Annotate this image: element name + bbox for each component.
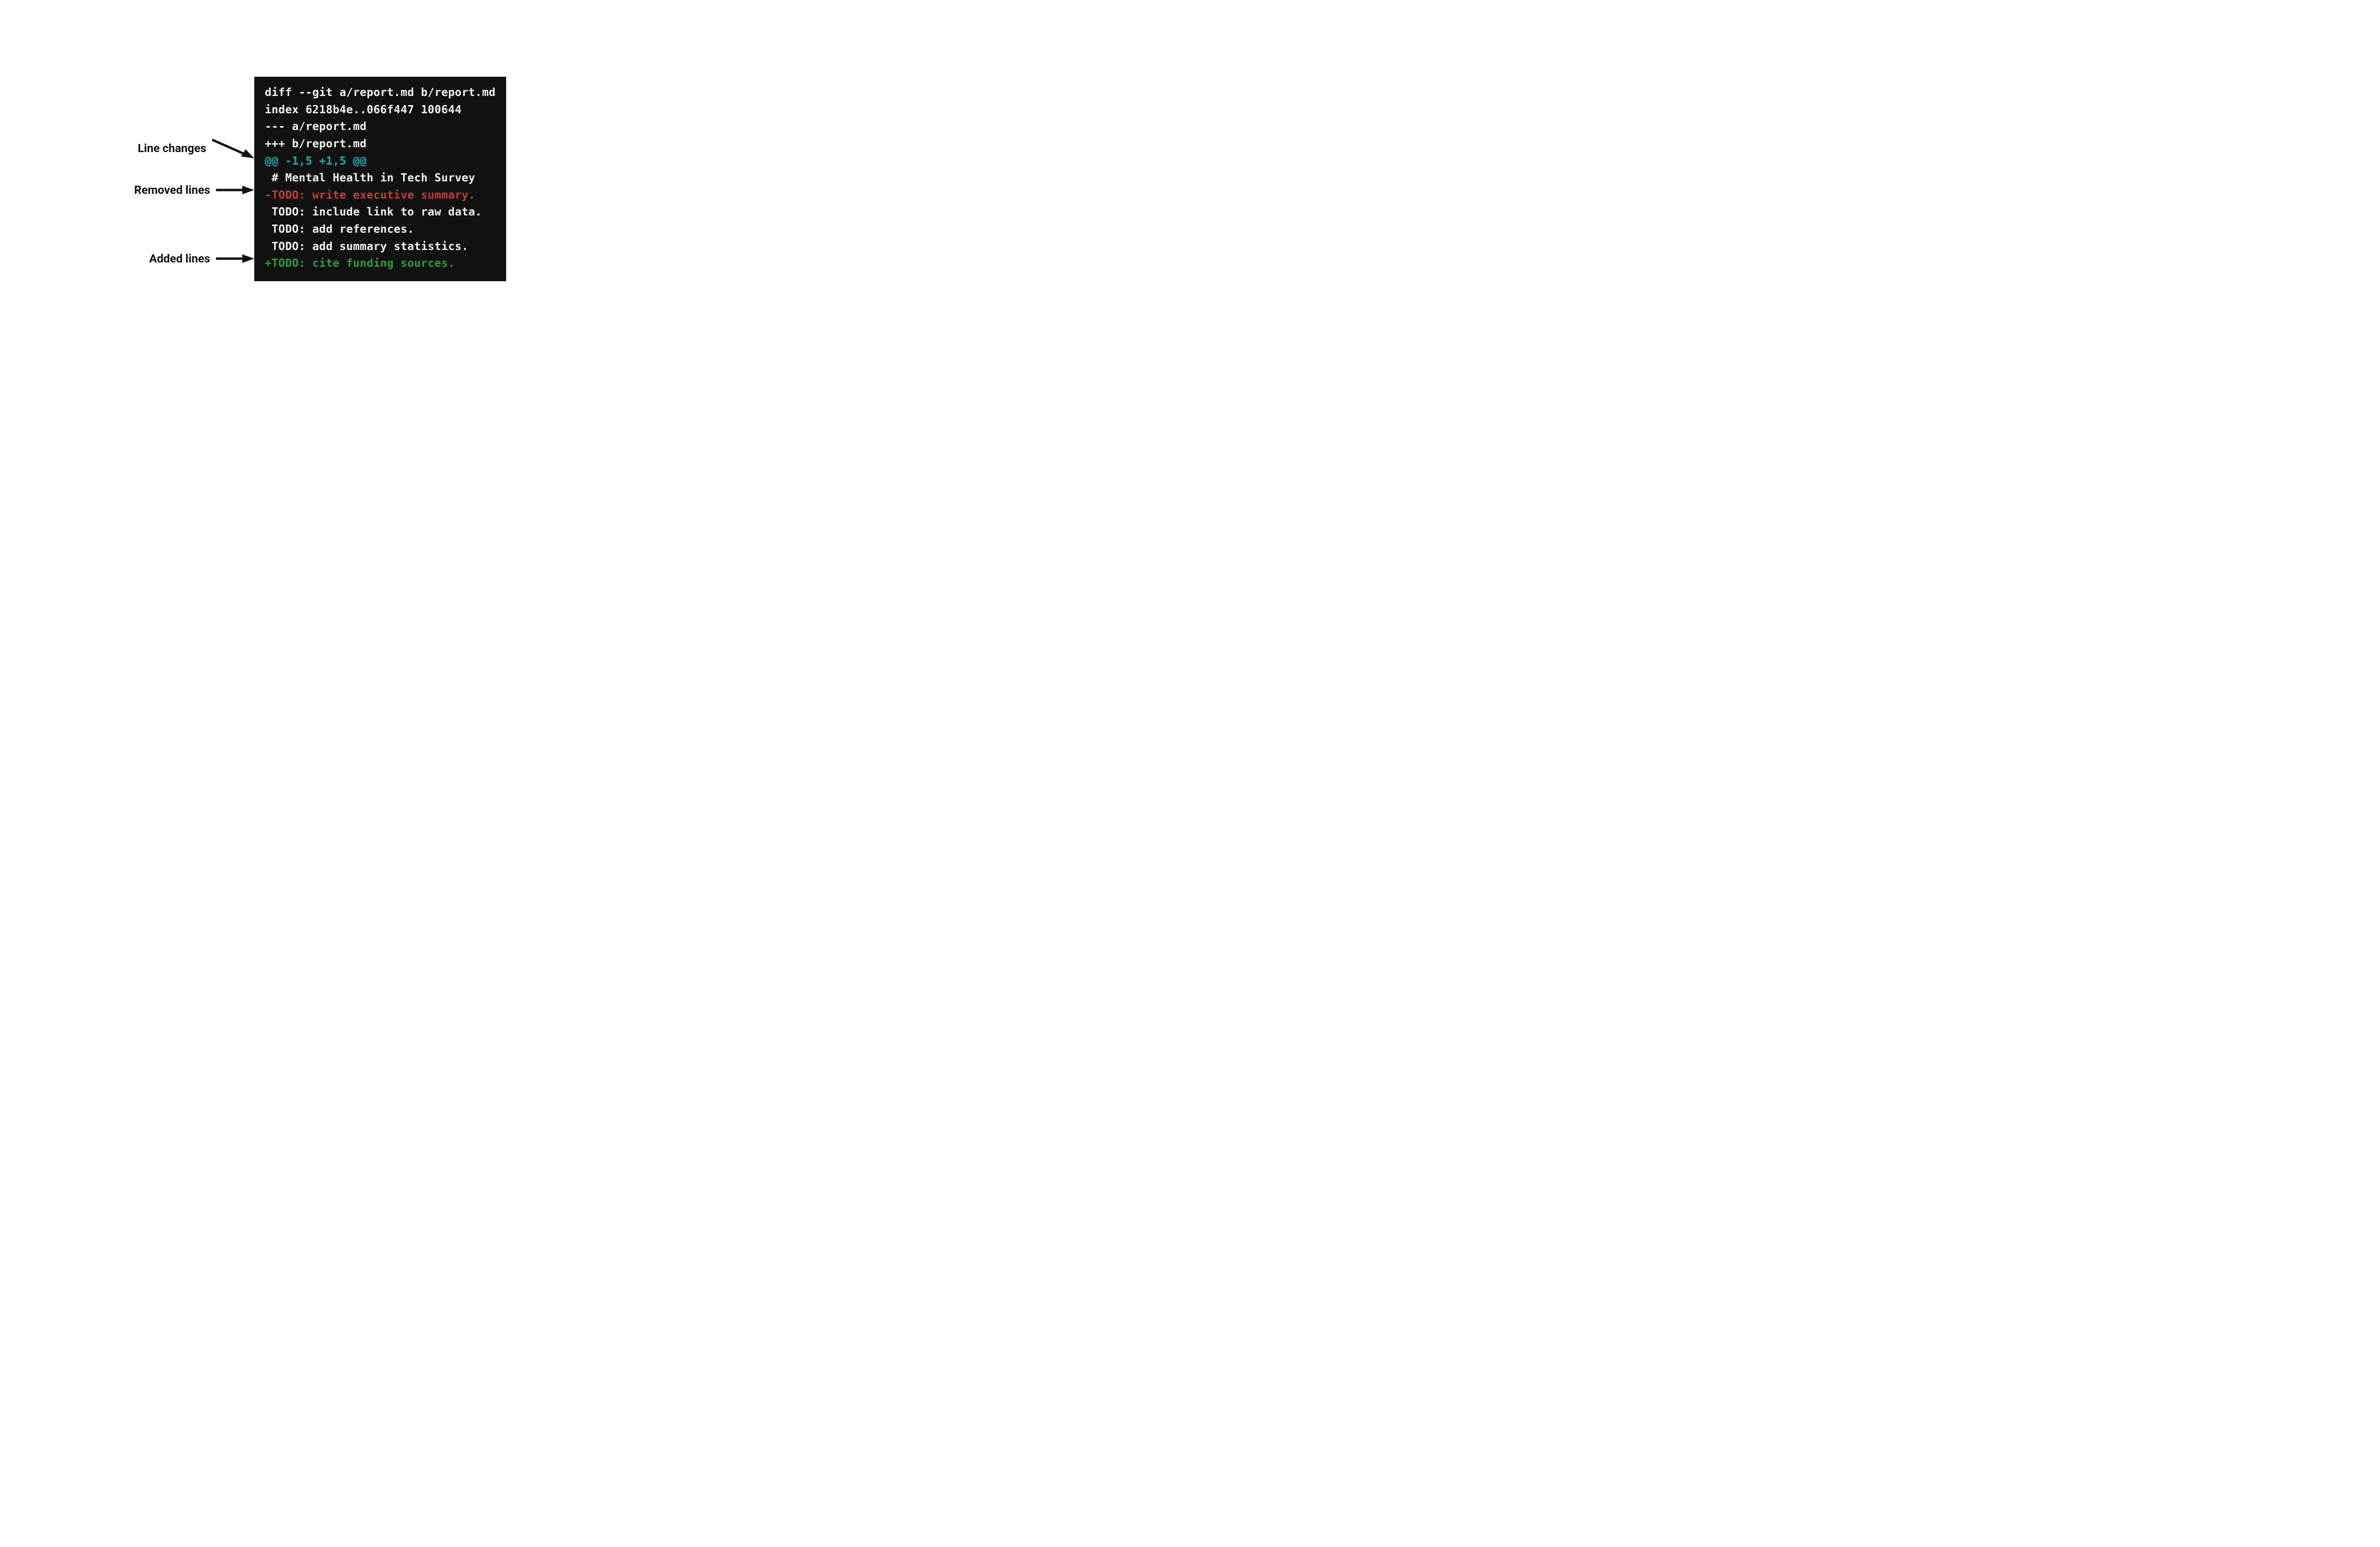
diff-context-line: TODO: add summary statistics.	[265, 238, 496, 256]
label-removed-lines-row: Removed lines	[134, 183, 254, 197]
diff-old-file-line: --- a/report.md	[265, 119, 496, 136]
diff-hunk-header: @@ -1,5 +1,5 @@	[265, 153, 496, 170]
label-added-lines-row: Added lines	[149, 252, 254, 265]
diff-context-line: # Mental Health in Tech Survey	[265, 170, 496, 187]
label-removed-lines: Removed lines	[134, 183, 210, 197]
diff-context-line: TODO: add references.	[265, 221, 496, 238]
label-added-lines: Added lines	[149, 252, 210, 265]
arrow-icon	[216, 184, 254, 196]
diff-terminal: diff --git a/report.md b/report.md index…	[254, 77, 506, 281]
diff-removed-line: -TODO: write executive summary.	[265, 187, 496, 204]
arrow-icon	[216, 253, 254, 264]
annotations-column: Line changes Removed lines Added lines	[86, 77, 254, 281]
label-line-changes: Line changes	[138, 142, 206, 155]
diff-index-line: index 6218b4e..066f447 100644	[265, 102, 496, 119]
diff-new-file-line: +++ b/report.md	[265, 136, 496, 153]
arrow-icon	[212, 137, 254, 159]
label-line-changes-row: Line changes	[138, 137, 254, 159]
diff-context-line: TODO: include link to raw data.	[265, 204, 496, 221]
diff-added-line: +TODO: cite funding sources.	[265, 255, 496, 273]
diff-header-line: diff --git a/report.md b/report.md	[265, 84, 496, 102]
